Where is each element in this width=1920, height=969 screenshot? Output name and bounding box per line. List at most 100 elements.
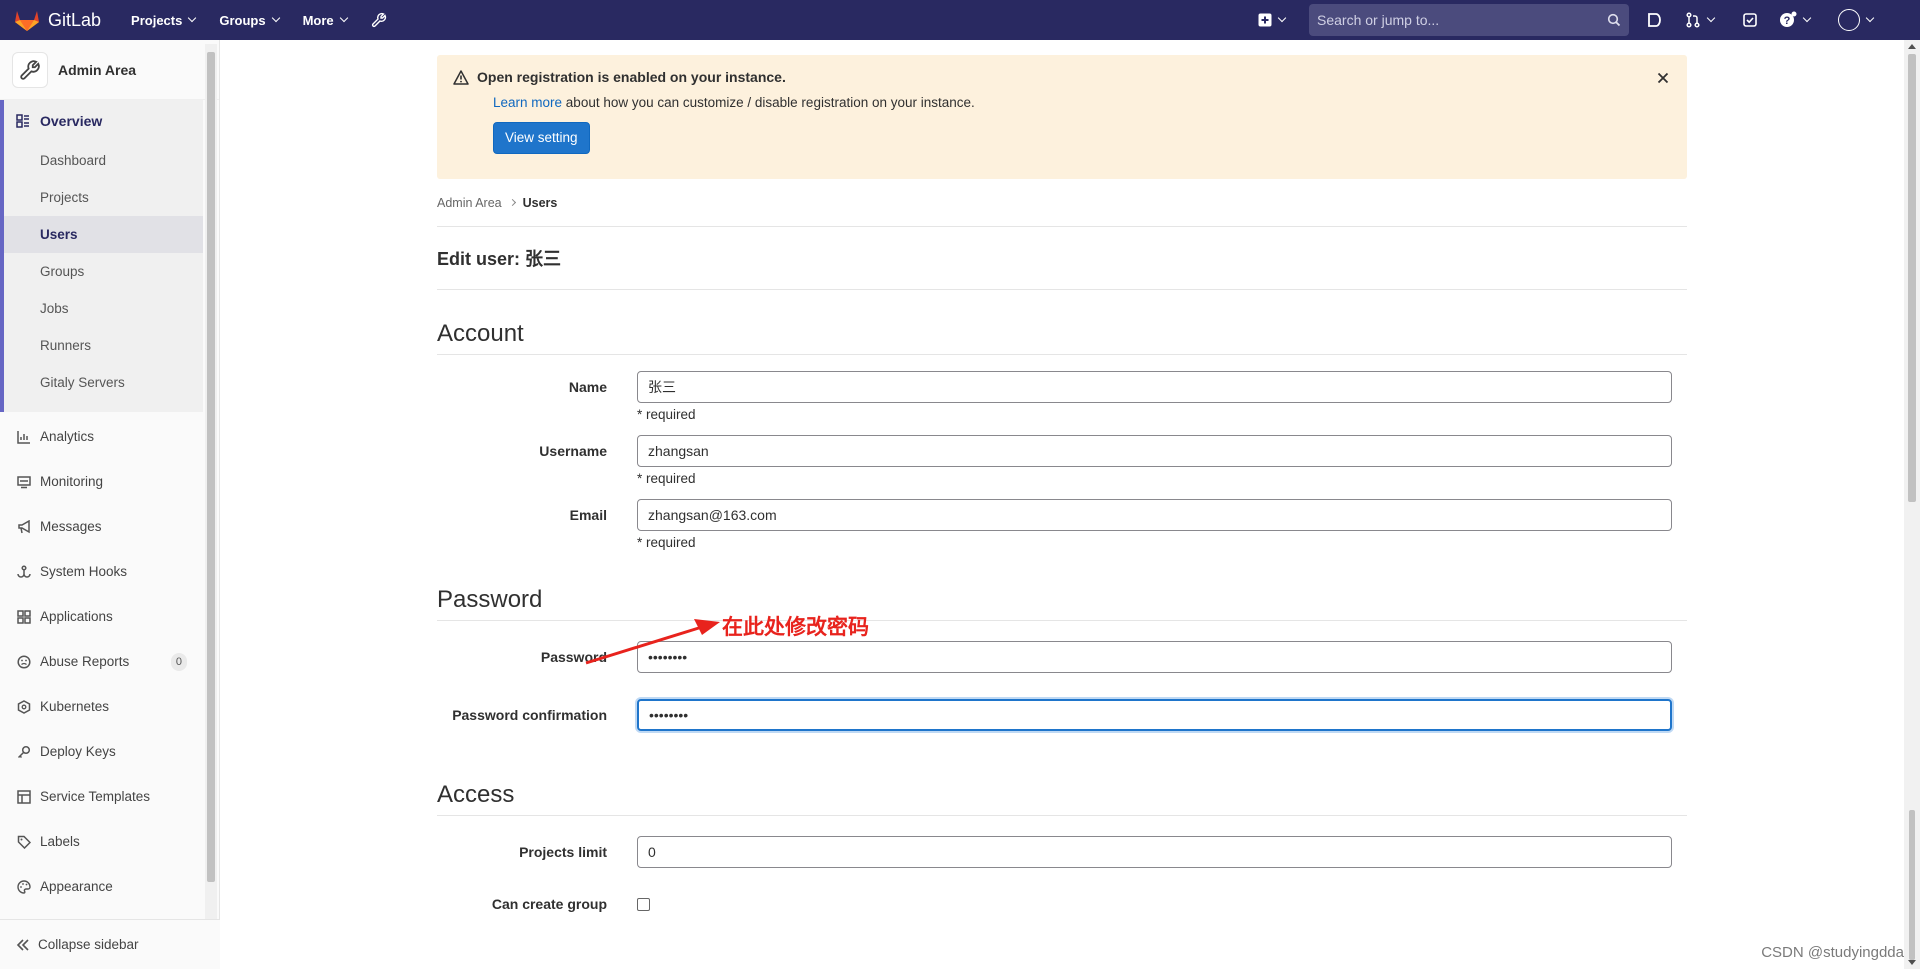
chevron-down-icon [1706,13,1715,23]
scroll-up-arrow-icon[interactable] [1908,44,1916,49]
user-menu-dropdown[interactable] [1834,0,1876,40]
nav-more-label: More [302,12,334,28]
sidebar-item-dashboard[interactable]: Dashboard [4,142,203,179]
avatar [1837,9,1860,31]
alert-body: Learn more about how you can customize /… [493,95,1671,110]
sidebar-item-kubernetes[interactable]: Kubernetes [0,684,203,729]
sidebar-item-groups[interactable]: Groups [4,253,203,290]
palette-icon [17,879,31,894]
email-field[interactable] [637,499,1672,531]
sidebar-item-label: Analytics [40,429,95,444]
alert-title: Open registration is enabled on your ins… [477,69,786,85]
can-create-group-label: Can create group [491,896,607,912]
password-confirmation-label: Password confirmation [452,707,607,723]
monitor-icon [17,475,31,488]
page-title: Edit user: 张三 [437,227,1687,290]
name-row: Name * required [437,371,1687,422]
abuse-reports-count-badge: 0 [170,652,187,671]
sidebar-item-applications[interactable]: Applications [0,594,203,639]
password-field[interactable] [637,641,1672,673]
sidebar-item-users[interactable]: Users [4,216,203,253]
sidebar-item-analytics[interactable]: Analytics [0,414,203,459]
help-icon: ? [1779,11,1796,27]
merge-requests-dropdown[interactable] [1682,0,1716,40]
nav-projects-dropdown[interactable]: Projects [131,12,197,28]
search-box[interactable] [1309,4,1629,36]
sidebar-scrollbar-thumb[interactable] [207,52,215,882]
sidebar-title: Admin Area [58,61,137,78]
nav-groups-dropdown[interactable]: Groups [219,13,280,28]
top-navbar: GitLab Projects Groups More ? [0,0,1920,40]
sidebar-item-label: Monitoring [40,474,104,489]
alert-body-text: about how you can customize / disable re… [562,95,975,110]
breadcrumb-admin-area[interactable]: Admin Area [437,196,502,210]
learn-more-link[interactable]: Learn more [493,95,562,110]
nav-more-dropdown[interactable]: More [302,12,348,28]
brand-text: GitLab [48,9,102,30]
page-scrollbar-thumb[interactable] [1908,54,1916,502]
collapse-sidebar-label: Collapse sidebar [38,937,139,952]
todos-button[interactable] [1740,0,1760,40]
search-input[interactable] [1317,12,1607,28]
projects-limit-field[interactable] [637,836,1672,868]
sidebar-item-label: Messages [40,519,102,534]
sidebar-item-runners[interactable]: Runners [4,327,203,364]
email-row: Email * required [437,499,1687,550]
sidebar-item-jobs[interactable]: Jobs [4,290,203,327]
sidebar-item-label: Labels [40,834,80,849]
page-scrollbar[interactable] [1904,40,1920,969]
breadcrumb-users[interactable]: Users [523,196,558,210]
todo-icon [1743,13,1757,27]
collapse-sidebar-button[interactable]: Collapse sidebar [0,919,220,969]
sidebar-item-projects[interactable]: Projects [4,179,203,216]
plus-square-icon [1258,13,1271,27]
account-section-title: Account [437,320,1687,355]
grid-icon [17,609,31,624]
scroll-down-arrow-icon[interactable] [1908,960,1916,965]
bullhorn-icon [18,519,30,533]
sidebar-list: Analytics Monitoring Messages System Hoo… [0,414,203,909]
sidebar-item-messages[interactable]: Messages [0,504,203,549]
alert-close-button[interactable] [1657,71,1669,87]
view-setting-button[interactable]: View setting [493,122,590,154]
warning-icon [453,69,469,85]
sidebar-overview-group: Overview Dashboard Projects Users Groups… [0,100,203,412]
kubernetes-icon [17,699,31,714]
chevron-down-icon [271,13,280,23]
sidebar-item-label: Applications [40,609,113,624]
username-field[interactable] [637,435,1672,467]
close-icon [1657,72,1669,84]
name-field[interactable] [637,371,1672,403]
sidebar-item-appearance[interactable]: Appearance [0,864,203,909]
sidebar-item-abuse-reports[interactable]: Abuse Reports 0 [0,639,203,684]
main-content: Open registration is enabled on your ins… [437,55,1687,920]
projects-limit-label: Projects limit [519,844,607,860]
sidebar-item-label: Appearance [40,879,113,894]
sidebar-item-labels[interactable]: Labels [0,819,203,864]
sidebar-item-gitaly-servers[interactable]: Gitaly Servers [4,364,203,401]
change-password-annotation: 在此处修改密码 [722,616,869,639]
annotation-arrow [585,619,720,665]
gitlab-brand[interactable]: GitLab [14,0,101,40]
can-create-group-checkbox[interactable] [637,898,650,911]
issues-button[interactable] [1644,0,1664,40]
password-confirmation-row: Password confirmation [437,699,1687,731]
help-dropdown[interactable]: ? [1776,0,1812,40]
name-required-hint: * required [637,407,696,422]
sidebar-scrollbar[interactable] [205,44,217,924]
sidebar-item-overview[interactable]: Overview [4,100,203,142]
password-confirmation-field[interactable] [637,699,1672,731]
sidebar-item-label: Deploy Keys [40,744,116,759]
nav-projects-label: Projects [131,12,183,28]
sidebar-item-monitoring[interactable]: Monitoring [0,459,203,504]
username-required-hint: * required [637,471,696,486]
search-icon [1607,13,1621,27]
sidebar-item-deploy-keys[interactable]: Deploy Keys [0,729,203,774]
chevron-down-icon [188,13,197,23]
admin-wrench-button[interactable] [371,12,387,28]
sidebar-header[interactable]: Admin Area [0,40,219,100]
sidebar-item-system-hooks[interactable]: System Hooks [0,549,203,594]
new-item-dropdown[interactable] [1254,0,1288,40]
sidebar-item-service-templates[interactable]: Service Templates [0,774,203,819]
name-label: Name [568,379,607,395]
